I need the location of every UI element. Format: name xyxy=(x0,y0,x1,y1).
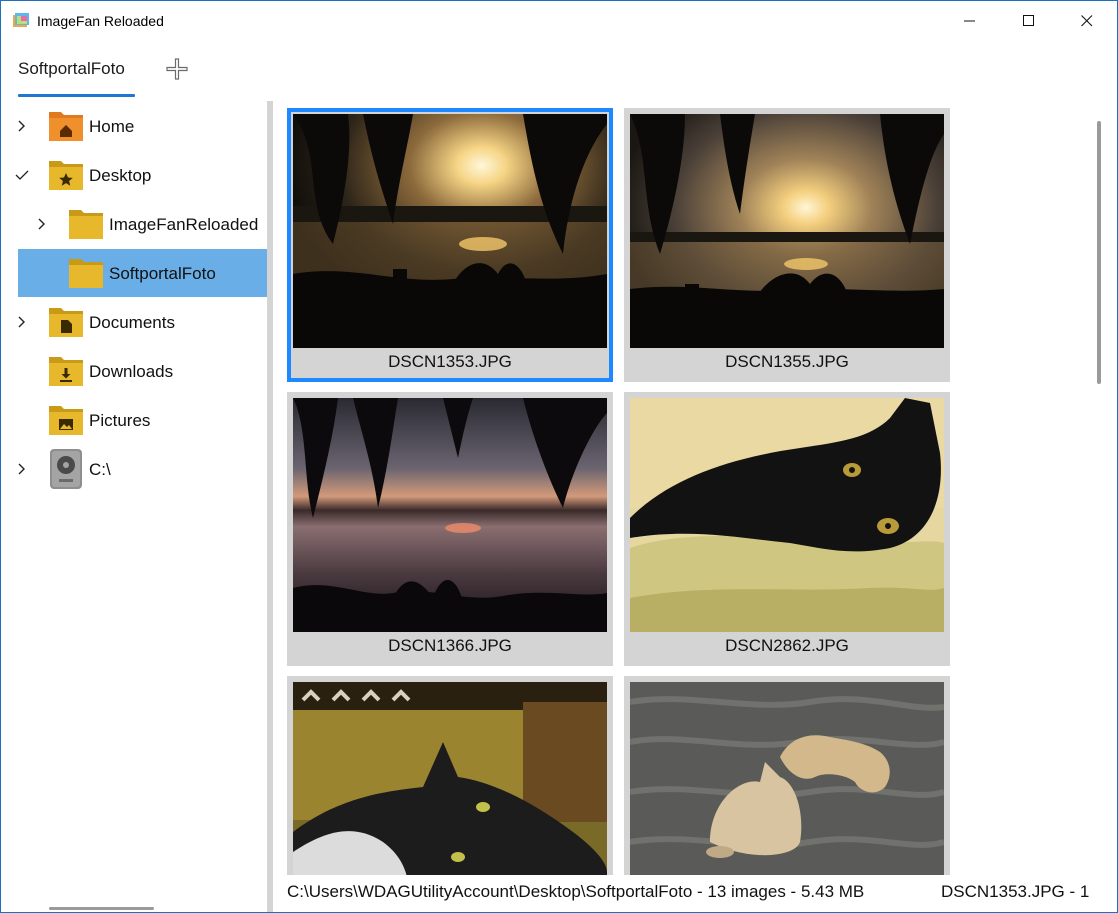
tree-item-desktop[interactable]: Desktop xyxy=(15,151,267,199)
drive-icon xyxy=(50,449,82,489)
app-icon xyxy=(13,13,29,27)
tree-item-label: C:\ xyxy=(89,460,111,479)
thumbnail-image xyxy=(293,398,607,632)
tree-item-label: Pictures xyxy=(89,411,151,430)
documents-folder-icon xyxy=(49,308,83,337)
thumbnail-image xyxy=(293,682,607,875)
thumbnail-caption: DSCN1353.JPG xyxy=(388,352,512,371)
folder-icon xyxy=(69,259,103,288)
active-tab-indicator xyxy=(18,94,135,97)
tree-item-label: ImageFanReloaded xyxy=(109,215,259,234)
tree-item-label: Downloads xyxy=(89,362,174,381)
thumbnail-caption: DSCN1366.JPG xyxy=(388,636,512,655)
app-window: ImageFan Reloaded SoftportalFoto Home De… xyxy=(0,0,1118,913)
close-button[interactable] xyxy=(1058,1,1116,41)
folder-icon xyxy=(69,210,103,239)
pictures-folder-icon xyxy=(49,406,83,435)
selected-image-info: DSCN1353.JPG - 1 xyxy=(941,882,1090,901)
thumbnails-vertical-scrollbar[interactable] xyxy=(1097,121,1101,384)
tab-bar: SoftportalFoto xyxy=(1,41,1117,101)
chevron-right-icon[interactable] xyxy=(34,216,50,232)
tree-item-downloads[interactable]: Downloads xyxy=(18,347,267,395)
thumbnail-dscn2862[interactable]: DSCN2862.JPG xyxy=(624,392,950,666)
minimize-icon xyxy=(964,20,975,22)
folder-info-text: C:\Users\WDAGUtilityAccount\Desktop\Soft… xyxy=(287,882,865,901)
tree-item-home[interactable]: Home xyxy=(18,102,267,150)
thumbnail-image xyxy=(293,114,607,348)
tree-item-label: Documents xyxy=(89,313,175,332)
minimize-button[interactable] xyxy=(941,1,999,41)
tree-item-imagefanreloaded[interactable]: ImageFanReloaded xyxy=(18,200,267,248)
tab-softportalfoto[interactable]: SoftportalFoto xyxy=(18,59,125,79)
checkmark-icon[interactable] xyxy=(14,167,30,183)
thumbnail-cat-couch[interactable] xyxy=(287,676,613,875)
title-bar[interactable]: ImageFan Reloaded xyxy=(1,1,1117,41)
thumbnail-dscn1353[interactable]: DSCN1353.JPG xyxy=(287,108,613,382)
chevron-right-icon[interactable] xyxy=(14,314,30,330)
chevron-right-icon[interactable] xyxy=(14,461,30,477)
window-title: ImageFan Reloaded xyxy=(37,13,164,29)
thumbnail-image xyxy=(630,114,944,348)
thumbnail-dscn1355[interactable]: DSCN1355.JPG xyxy=(624,108,950,382)
tree-item-pictures[interactable]: Pictures xyxy=(18,396,267,444)
thumbnail-two-cats[interactable] xyxy=(624,676,950,875)
tree-horizontal-scrollbar[interactable] xyxy=(49,907,154,910)
tree-item-documents[interactable]: Documents xyxy=(18,298,267,346)
plus-icon[interactable] xyxy=(165,57,189,81)
tree-item-softportalfoto[interactable]: SoftportalFoto xyxy=(18,249,267,297)
tree-item-label: Desktop xyxy=(89,166,152,185)
downloads-folder-icon xyxy=(49,357,83,386)
thumbnail-caption: DSCN1355.JPG xyxy=(725,352,849,371)
thumbnail-image xyxy=(630,682,944,875)
tree-item-label: Home xyxy=(89,117,135,136)
thumbnail-image xyxy=(630,398,944,632)
home-folder-icon xyxy=(49,112,83,141)
maximize-button[interactable] xyxy=(1000,1,1058,41)
chevron-right-icon[interactable] xyxy=(14,118,30,134)
thumbnail-caption: DSCN2862.JPG xyxy=(725,636,849,655)
status-bar: C:\Users\WDAGUtilityAccount\Desktop\Soft… xyxy=(273,875,1117,912)
close-icon xyxy=(1081,15,1093,27)
thumbnail-dscn1366[interactable]: DSCN1366.JPG xyxy=(287,392,613,666)
tree-item-c-drive[interactable]: C:\ xyxy=(18,445,267,493)
desktop-folder-icon xyxy=(49,161,83,190)
tree-item-label: SoftportalFoto xyxy=(109,264,216,283)
thumbnail-grid[interactable]: DSCN1353.JPG DSCN1355.JPG DSCN1366.JPG D… xyxy=(273,101,1117,875)
folder-tree[interactable]: Home Desktop ImageFanReloaded Softportal… xyxy=(1,101,267,912)
maximize-icon xyxy=(1023,15,1034,26)
